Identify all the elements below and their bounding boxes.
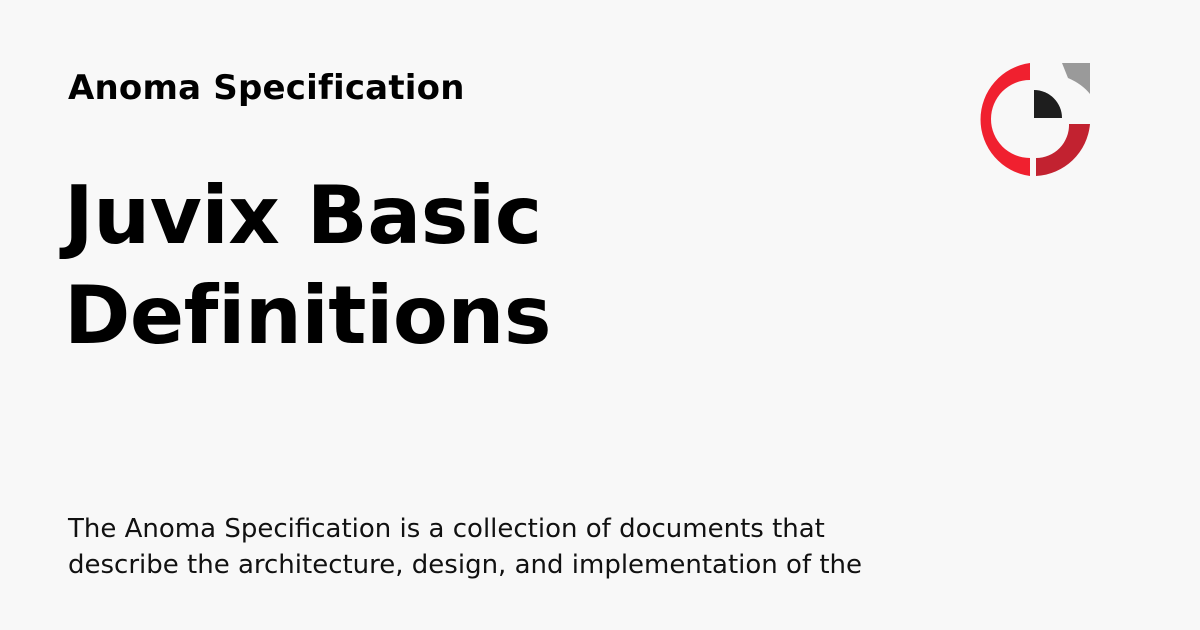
social-card: { "site": { "name": "Anoma Specification… — [0, 0, 1200, 630]
anoma-logo-icon — [970, 58, 1096, 182]
site-name: Anoma Specification — [68, 68, 465, 108]
page-description-line-1: The Anoma Specification is a collection … — [68, 514, 825, 544]
page-title-line-1: Juvix Basic — [64, 169, 542, 262]
page-title: Juvix Basic Definitions — [64, 166, 864, 366]
page-title-line-2: Definitions — [64, 269, 551, 362]
logo-corner-shape — [1062, 63, 1090, 94]
logo-center-shape — [1034, 90, 1062, 118]
page-description: The Anoma Specification is a collection … — [68, 511, 888, 583]
page-description-line-2: describe the architecture, design, and i… — [68, 550, 863, 580]
logo-left-arc — [980, 63, 1030, 176]
